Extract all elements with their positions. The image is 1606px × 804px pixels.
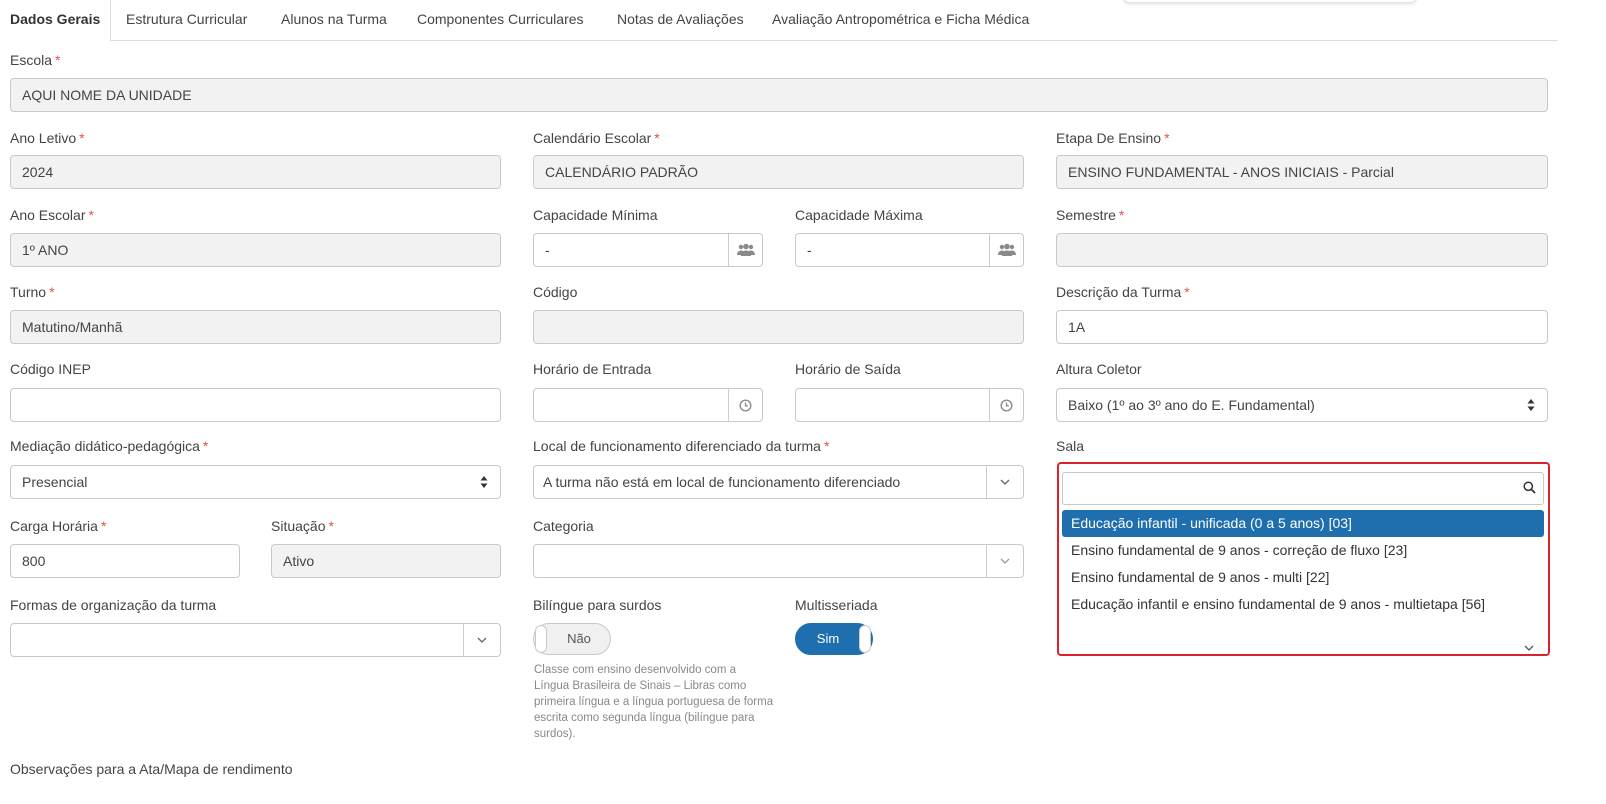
multisseriada-state: Sim — [816, 631, 840, 646]
entrada-label: Horário de Entrada — [533, 361, 652, 377]
sala-dropdown[interactable]: Educação infantil - unificada (0 a 5 ano… — [1057, 462, 1550, 656]
altura-label: Altura Coletor — [1056, 361, 1142, 377]
multisseriada-label: Multisseriada — [795, 597, 878, 613]
inep-input[interactable] — [10, 388, 501, 422]
search-icon — [1523, 481, 1536, 497]
bilingue-state: Não — [567, 631, 591, 646]
tab-estrutura-curricular[interactable]: Estrutura Curricular — [113, 0, 260, 40]
saida-input[interactable] — [795, 388, 1024, 422]
cap-min-label: Capacidade Mínima — [533, 207, 658, 223]
toggle-knob — [535, 625, 547, 653]
carga-label: Carga Horária * — [10, 518, 107, 534]
inep-label: Código INEP — [10, 361, 91, 377]
local-select[interactable]: A turma não está em local de funcionamen… — [533, 465, 1024, 499]
chevron-down-icon — [986, 466, 1023, 498]
local-label: Local de funcionamento diferenciado da t… — [533, 438, 830, 454]
formas-select[interactable] — [10, 623, 501, 657]
bilingue-toggle[interactable]: Não — [533, 623, 611, 655]
etapa-field[interactable]: ENSINO FUNDAMENTAL - ANOS INICIAIS - Par… — [1056, 155, 1548, 189]
formas-label: Formas de organização da turma — [10, 597, 217, 613]
clock-icon — [728, 389, 762, 421]
floating-card-edge — [1123, 0, 1417, 3]
tab-notas-avaliacoes[interactable]: Notas de Avaliações — [604, 0, 757, 40]
altura-select[interactable]: Baixo (1º ao 3º ano do E. Fundamental) — [1056, 388, 1548, 422]
bilingue-label: Bilíngue para surdos — [533, 597, 662, 613]
multisseriada-toggle[interactable]: Sim — [795, 623, 873, 655]
chevron-down-icon — [463, 624, 500, 656]
etapa-label: Etapa De Ensino * — [1056, 130, 1170, 146]
tab-dados-gerais[interactable]: Dados Gerais — [0, 0, 112, 41]
users-icon — [728, 234, 762, 266]
bilingue-hint: Classe com ensino desenvolvido com a Lín… — [534, 664, 774, 740]
clock-icon — [989, 389, 1023, 421]
sala-select-bottom[interactable] — [1059, 636, 1548, 654]
calendario-field[interactable]: CALENDÁRIO PADRÃO — [533, 155, 1024, 189]
sala-option[interactable]: Ensino fundamental de 9 anos - multi [22… — [1062, 564, 1544, 591]
turno-field[interactable]: Matutino/Manhã — [10, 310, 501, 344]
ano-escolar-field[interactable]: 1º ANO — [10, 233, 501, 267]
cap-min-field[interactable]: - — [533, 233, 763, 267]
ano-escolar-label: Ano Escolar * — [10, 207, 94, 223]
sala-search-input[interactable] — [1062, 472, 1544, 505]
escola-label: Escola * — [10, 52, 61, 68]
toggle-knob — [859, 625, 871, 653]
sala-option[interactable]: Educação infantil - unificada (0 a 5 ano… — [1062, 510, 1544, 537]
sort-arrows-icon — [1527, 389, 1535, 421]
mediacao-select[interactable]: Presencial — [10, 465, 501, 499]
cap-max-field[interactable]: - — [795, 233, 1024, 267]
situacao-field[interactable]: Ativo — [271, 544, 501, 578]
descricao-label: Descrição da Turma * — [1056, 284, 1190, 300]
sala-label: Sala — [1056, 438, 1085, 454]
observacoes-label: Observações para a Ata/Mapa de rendiment… — [10, 761, 293, 777]
cap-max-label: Capacidade Máxima — [795, 207, 923, 223]
saida-label: Horário de Saída — [795, 361, 901, 377]
escola-field[interactable]: AQUI NOME DA UNIDADE — [10, 78, 1548, 112]
semestre-field[interactable] — [1056, 233, 1548, 267]
carga-input[interactable]: 800 — [10, 544, 240, 578]
turno-label: Turno * — [10, 284, 55, 300]
calendario-label: Calendário Escolar * — [533, 130, 660, 146]
tab-alunos-na-turma[interactable]: Alunos na Turma — [268, 0, 400, 40]
tab-avaliacao-antropometrica[interactable]: Avaliação Antropométrica e Ficha Médica — [759, 0, 1042, 40]
ano-letivo-label: Ano Letivo * — [10, 130, 85, 146]
categoria-label: Categoria — [533, 518, 594, 534]
codigo-field[interactable] — [533, 310, 1024, 344]
categoria-select[interactable] — [533, 544, 1024, 578]
mediacao-label: Mediação didático-pedagógica * — [10, 438, 209, 454]
tab-bar: Dados Gerais Estrutura Curricular Alunos… — [0, 0, 1558, 41]
ano-letivo-field[interactable]: 2024 — [10, 155, 501, 189]
sala-option[interactable]: Ensino fundamental de 9 anos - correção … — [1062, 537, 1544, 564]
situacao-label: Situação * — [271, 518, 334, 534]
codigo-label: Código — [533, 284, 578, 300]
descricao-input[interactable]: 1A — [1056, 310, 1548, 344]
semestre-label: Semestre * — [1056, 207, 1125, 223]
sort-arrows-icon — [480, 466, 488, 498]
chevron-down-icon — [986, 545, 1023, 577]
tab-componentes-curriculares[interactable]: Componentes Curriculares — [404, 0, 597, 40]
sala-option[interactable]: Educação infantil e ensino fundamental d… — [1062, 591, 1544, 618]
users-icon — [989, 234, 1023, 266]
entrada-input[interactable] — [533, 388, 763, 422]
chevron-down-icon — [1524, 638, 1534, 654]
